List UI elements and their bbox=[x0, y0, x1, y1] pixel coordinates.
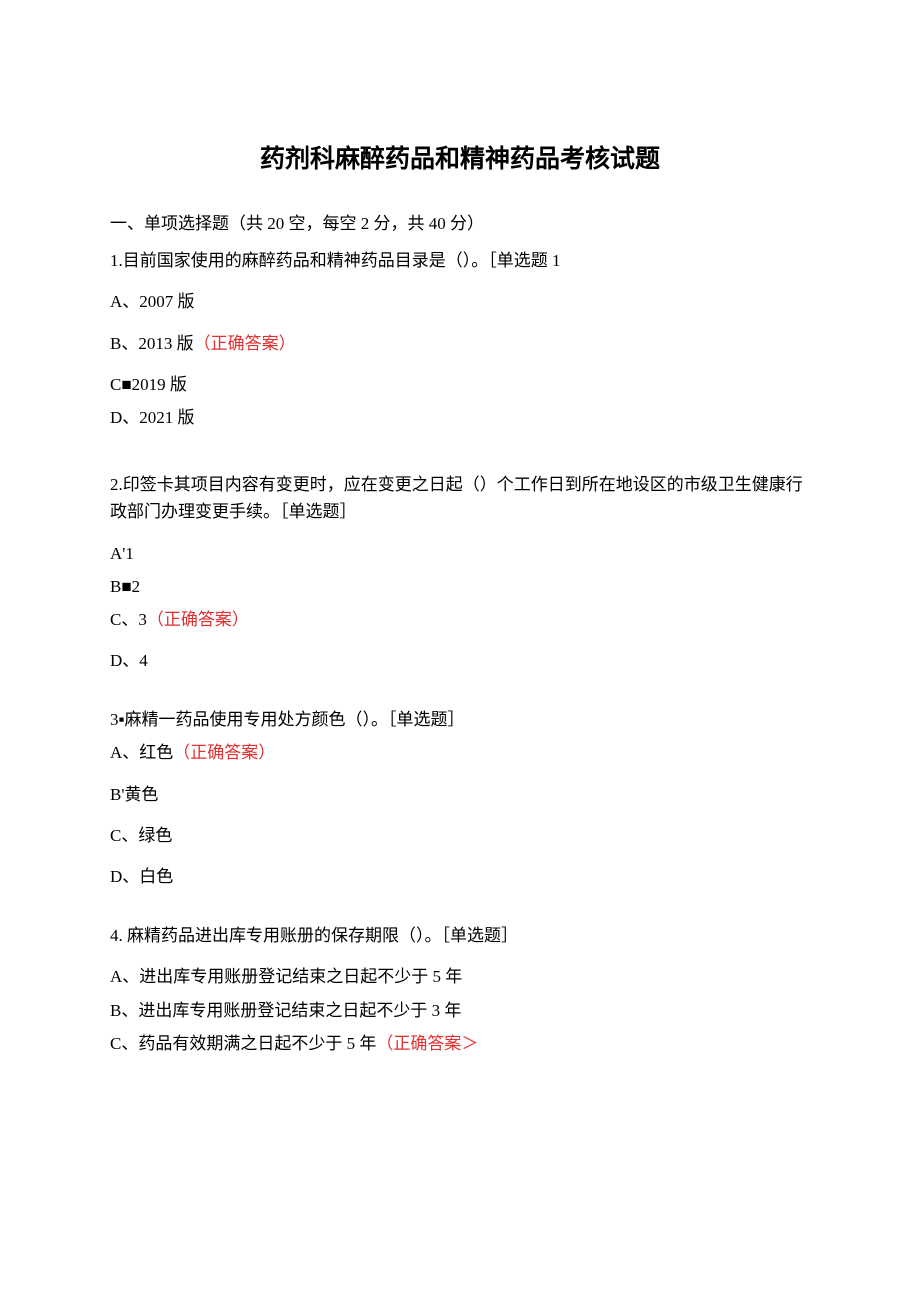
q3-stem: 3▪麻精一药品使用专用处方颜色（）。［单选题］ bbox=[110, 706, 810, 733]
q1-stem: 1.目前国家使用的麻醉药品和精神药品目录是（）。［单选题 1 bbox=[110, 247, 810, 274]
q2-option-b: B■2 bbox=[110, 573, 810, 600]
q4-option-a: A、进出库专用账册登记结束之日起不少于 5 年 bbox=[110, 963, 810, 990]
q3-option-d: D、白色 bbox=[110, 863, 810, 890]
q3-option-c: C、绿色 bbox=[110, 822, 810, 849]
q2-option-d: D、4 bbox=[110, 647, 810, 674]
q1-option-b: B、2013 版（正确答案） bbox=[110, 330, 810, 357]
document-title: 药剂科麻醉药品和精神药品考核试题 bbox=[110, 140, 810, 180]
q3-correct-label: （正确答案） bbox=[173, 743, 275, 762]
q4-stem: 4. 麻精药品进出库专用账册的保存期限（）。［单选题］ bbox=[110, 922, 810, 949]
q1-option-a: A、2007 版 bbox=[110, 288, 810, 315]
section-header: 一、单项选择题（共 20 空，每空 2 分，共 40 分） bbox=[110, 210, 810, 237]
q4-option-b: B、进出库专用账册登记结束之日起不少于 3 年 bbox=[110, 997, 810, 1024]
q2-option-c-text: C、3 bbox=[110, 610, 147, 629]
q4-option-c-text: C、药品有效期满之日起不少于 5 年 bbox=[110, 1034, 376, 1053]
q4-option-c: C、药品有效期满之日起不少于 5 年（正确答案＞ bbox=[110, 1030, 810, 1057]
q3-option-a-text: A、红色 bbox=[110, 743, 173, 762]
q3-option-a: A、红色（正确答案） bbox=[110, 739, 810, 766]
q1-option-c: C■2019 版 bbox=[110, 371, 810, 398]
q1-option-d: D、2021 版 bbox=[110, 404, 810, 431]
q1-correct-label: （正确答案） bbox=[194, 334, 296, 353]
q4-correct-label: （正确答案＞ bbox=[376, 1034, 478, 1053]
q3-option-b: B'黄色 bbox=[110, 781, 810, 808]
q2-option-a: A'1 bbox=[110, 540, 810, 567]
q2-correct-label: （正确答案） bbox=[147, 610, 249, 629]
q1-option-b-text: B、2013 版 bbox=[110, 334, 194, 353]
q2-option-c: C、3（正确答案） bbox=[110, 606, 810, 633]
q2-stem: 2.印签卡其项目内容有变更时，应在变更之日起（）个工作日到所在地设区的市级卫生健… bbox=[110, 471, 810, 525]
